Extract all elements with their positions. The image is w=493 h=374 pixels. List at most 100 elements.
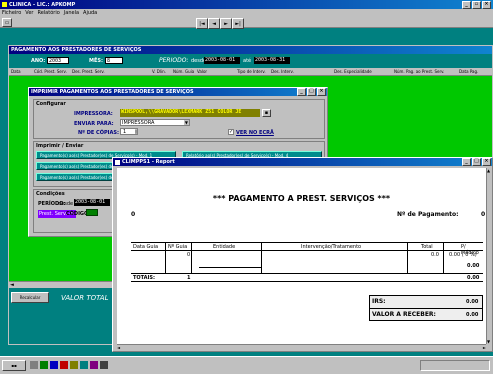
task-icon[interactable] (60, 361, 68, 369)
task-icon[interactable] (40, 361, 48, 369)
report-title: CLIMPPS1 - Report (122, 159, 175, 165)
config-group: Configurar IMPRESSORA: WINSPOOL,\\GRAVAD… (33, 99, 325, 139)
menu-ver[interactable]: Ver (25, 10, 33, 16)
recalcular-label: Recalcular (19, 295, 41, 300)
nav-first-button[interactable]: |◄ (196, 18, 208, 29)
mes-field[interactable]: 8 (105, 57, 123, 64)
pagamento-mod2-button[interactable]: Pagamento(s) ao(s) Prestador(es) de (36, 162, 118, 170)
enviar-label: ENVIAR PARA: (74, 121, 114, 127)
recalcular-button[interactable]: Recalcular (11, 292, 49, 303)
ano-field[interactable]: 2003 (47, 57, 69, 64)
col-num-pag[interactable]: Núm. Pag. ao Prest. Serv. (394, 69, 444, 74)
col-tipo-interv[interactable]: Tipo de Interv. (237, 69, 266, 74)
maximize-icon[interactable]: □ (472, 158, 481, 166)
report-icon (115, 159, 120, 165)
maximize-icon[interactable]: □ (307, 88, 316, 96)
desde-field[interactable]: 2003-08-01 (204, 57, 240, 64)
close-icon[interactable]: × (317, 88, 326, 96)
start-button[interactable]: ▪▪ (2, 360, 26, 371)
minimize-icon[interactable]: _ (297, 88, 306, 96)
task-icon[interactable] (70, 361, 78, 369)
impressora-label: IMPRESSORA: (74, 111, 113, 117)
restore-icon[interactable]: ▫ (472, 0, 481, 9)
period-row: ANO: 2003 MÊS: 8 PERIODO: desde 2003-08-… (9, 54, 492, 68)
col-des-prest[interactable]: Des. Prest. Serv. (72, 69, 105, 74)
system-tray (420, 360, 490, 371)
totais-row: TOTAIS: 1 0.00 (131, 273, 483, 282)
task-icon[interactable] (80, 361, 88, 369)
close-icon[interactable]: × (482, 0, 491, 9)
impressora-field[interactable]: WINSPOOL,\\GRAVADOR\LEXMARK Z51 COLOR JE (120, 109, 260, 117)
minimize-icon[interactable]: _ (462, 158, 471, 166)
menu-janela[interactable]: Janela (64, 10, 79, 16)
condicoes-label: Condições (36, 191, 65, 197)
nav-next-button[interactable]: ► (220, 18, 232, 29)
close-icon[interactable]: × (482, 158, 491, 166)
cond-desde-label: desde (58, 201, 74, 207)
ver-ecra-checkbox[interactable]: ✓ (228, 129, 234, 135)
valor-total-label: VALOR TOTAL (61, 294, 109, 302)
irs-value: 0.00 (466, 299, 479, 305)
col-valor[interactable]: Valor (197, 69, 207, 74)
exit-button[interactable]: ▭ (2, 18, 12, 27)
col-des-especialidade[interactable]: Des. Especialidade (334, 69, 372, 74)
printer-setup-button[interactable]: ▪ (262, 109, 271, 117)
toolbar: ▭ |◄ ◄ ► ►| (0, 17, 493, 29)
col-num-guia[interactable]: Núm. Guia (173, 69, 194, 74)
totais-value: 0.00 (467, 275, 480, 281)
col-v-dlin[interactable]: V. Dlin. (152, 69, 166, 74)
col-data-pag[interactable]: Data Pag. (459, 69, 478, 74)
report-hscrollbar[interactable]: ◄ ► (117, 344, 486, 350)
main-window-title: PAGAMENTO AOS PRESTADORES DE SERVIÇOS (11, 47, 142, 53)
irs-label: IRS: (372, 298, 386, 305)
report-page: *** PAGAMENTO A PREST. SERVIÇOS *** 0 Nº… (117, 168, 486, 344)
config-label: Configurar (36, 101, 66, 107)
record-navigator: |◄ ◄ ► ►| (196, 18, 244, 29)
scroll-left-icon[interactable]: ◄ (117, 345, 120, 350)
spin-icon[interactable]: ◊ (135, 129, 137, 134)
table-grid-lines (131, 243, 483, 273)
print-dialog-title: IMPRIMIR PAGAMENTOS AOS PRESTADORES DE S… (31, 89, 194, 95)
report-titlebar: CLIMPPS1 - Report _ □ × (113, 158, 492, 166)
codigo-field[interactable] (86, 209, 98, 216)
report-vscrollbar[interactable]: ▲ ▼ (486, 168, 492, 344)
task-icon[interactable] (100, 361, 108, 369)
nav-prev-button[interactable]: ◄ (208, 18, 220, 29)
task-icon[interactable] (90, 361, 98, 369)
report-code: 0 (131, 211, 136, 218)
copias-stepper[interactable]: 1 ◊ (120, 128, 138, 135)
enviar-select[interactable]: IMPRESSORA ▼ (120, 119, 190, 126)
minimize-icon[interactable]: _ (462, 0, 471, 9)
grid-header: Data Cód. Prest. Serv. Des. Prest. Serv.… (9, 68, 492, 76)
report-heading: *** PAGAMENTO A PREST. SERVIÇOS *** (212, 194, 391, 203)
nav-last-button[interactable]: ►| (232, 18, 244, 29)
menu-relatorio[interactable]: Relatório (37, 10, 59, 16)
col-des-interv[interactable]: Des. Interv. (271, 69, 294, 74)
copias-label: Nº DE CÓPIAS: (78, 130, 119, 136)
quicklaunch-icons[interactable] (30, 361, 370, 370)
copias-value: 1 (123, 128, 127, 135)
col-cod-prest[interactable]: Cód. Prest. Serv. (34, 69, 67, 74)
scroll-up-icon[interactable]: ▲ (487, 168, 490, 173)
scroll-right-icon[interactable]: ► (483, 345, 486, 350)
app-titlebar: CLINICA - LIC.: APKOMP _ ▫ × (0, 0, 493, 9)
task-icon[interactable] (30, 361, 38, 369)
ate-field[interactable]: 2003-08-31 (254, 57, 290, 64)
report-window: CLIMPPS1 - Report _ □ × *** PAGAMENTO A … (112, 157, 493, 352)
summary-box: IRS: 0.00 VALOR A RECEBER: 0.00 (369, 295, 483, 321)
scroll-down-icon[interactable]: ▼ (487, 339, 490, 344)
report-table: Data Guia Nº Guia Entidade Intervenção/T… (131, 242, 483, 282)
pagamento-mod3-button[interactable]: Pagamento(s) ao(s) Prestador(es) de (36, 173, 118, 181)
app-window-controls: _ ▫ × (461, 0, 493, 9)
task-icon[interactable] (50, 361, 58, 369)
menu-ajuda[interactable]: Ajuda (83, 10, 97, 16)
print-dialog-titlebar: IMPRIMIR PAGAMENTOS AOS PRESTADORES DE S… (29, 88, 327, 96)
periodo-label: PERIODO: (159, 57, 189, 64)
col-data[interactable]: Data (11, 69, 21, 74)
valor-receber-label: VALOR A RECEBER: (372, 311, 436, 318)
main-window-titlebar: PAGAMENTO AOS PRESTADORES DE SERVIÇOS (9, 46, 492, 54)
ano-label: ANO: (31, 58, 46, 64)
chevron-down-icon[interactable]: ▼ (183, 120, 189, 125)
cond-desde-field[interactable]: 2003-08-01 (74, 199, 110, 206)
menu-ficheiro[interactable]: Ficheiro (2, 10, 21, 16)
